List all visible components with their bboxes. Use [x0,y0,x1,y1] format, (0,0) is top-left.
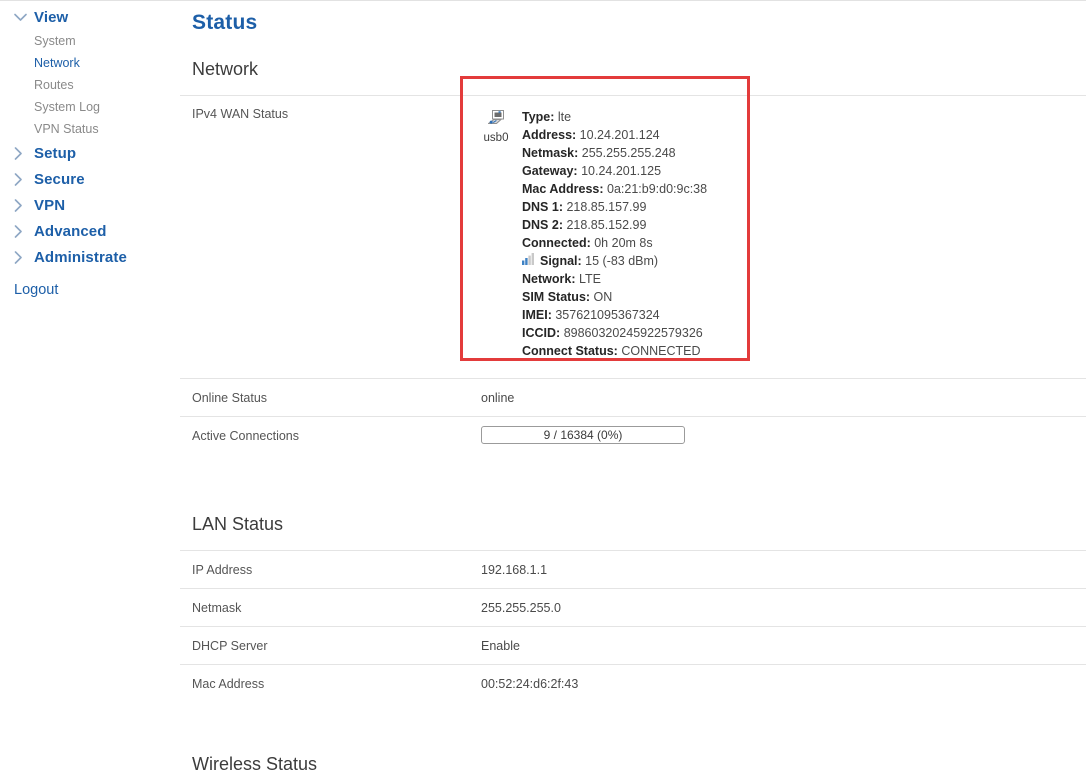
sidebar-group-label: Secure [34,170,85,188]
wan-interface-icon-column: usb0 [478,108,514,145]
sidebar-item-vpn-status[interactable]: VPN Status [0,118,180,140]
row-label: IPv4 WAN Status [192,107,289,121]
progress-label: 9 / 16384 (0%) [543,428,623,442]
chevron-right-icon [14,172,34,186]
wan-field-network: Network: LTE [522,272,601,286]
row-value: usb0 Type: lte Address: 10.24.201.124 Ne… [480,106,1086,378]
row-label: Netmask [192,601,242,615]
network-section-heading: Network [192,59,259,79]
row-value: 00:52:24:d6:2f:43 [481,677,579,691]
row-label: Active Connections [192,429,300,443]
row-value: 9 / 16384 (0%) [480,426,1086,444]
sidebar-group-label: View [34,8,69,26]
wan-field-dns-2: DNS 2: 218.85.152.99 [522,218,647,232]
table-row-lan-ip-address: IP Address 192.168.1.1 [180,550,1086,588]
sidebar: View System Network Routes System Log VP… [0,0,180,774]
signal-bars-icon [522,252,535,270]
network-rows: IPv4 WAN Status usb0 Type: lte Address: … [180,76,1086,462]
chevron-right-icon [14,198,34,212]
sidebar-item-routes[interactable]: Routes [0,74,180,96]
wan-interface-name: usb0 [483,132,509,144]
row-value: 192.168.1.1 [481,563,548,577]
sidebar-item-system-log[interactable]: System Log [0,96,180,118]
wan-field-type: Type: lte [522,110,572,124]
row-label: Mac Address [192,677,265,691]
wan-field-netmask: Netmask: 255.255.255.248 [522,146,676,160]
row-value: 255.255.255.0 [481,601,561,615]
row-value: Enable [481,639,520,653]
sidebar-group-secure[interactable]: Secure [0,166,180,192]
sidebar-group-setup[interactable]: Setup [0,140,180,166]
sidebar-group-label: Advanced [34,222,107,240]
wan-field-connected: Connected: 0h 20m 8s [522,236,653,250]
active-connections-progressbar: 9 / 16384 (0%) [481,426,685,444]
wan-field-mac-address: Mac Address: 0a:21:b9:d0:9c:38 [522,182,708,196]
wan-field-connect-status: Connect Status: CONNECTED [522,344,701,358]
sidebar-group-label: Setup [34,144,77,162]
page-title: Status [192,11,258,34]
wan-detail-lines: Type: lte Address: 10.24.201.124 Netmask… [514,108,1086,360]
table-row-lan-mac-address: Mac Address 00:52:24:d6:2f:43 [180,664,1086,702]
table-row-lan-netmask: Netmask 255.255.255.0 [180,588,1086,626]
sidebar-group-vpn[interactable]: VPN [0,192,180,218]
table-row-ipv4-wan-status: IPv4 WAN Status usb0 Type: lte Address: … [180,76,1086,378]
logout-link[interactable]: Logout [0,279,180,301]
wan-field-dns-1: DNS 1: 218.85.157.99 [522,200,647,214]
row-value: online [481,391,515,405]
sidebar-item-system[interactable]: System [0,30,180,52]
table-row-lan-dhcp-server: DHCP Server Enable [180,626,1086,664]
chevron-right-icon [14,224,34,238]
chevron-down-icon [14,13,34,22]
chevron-right-icon [14,250,34,264]
wireless-section-heading: Wireless Status [192,754,318,774]
sidebar-group-label: VPN [34,196,66,214]
row-label: Online Status [192,391,268,405]
row-label: IP Address [192,563,253,577]
sidebar-group-view[interactable]: View [0,4,180,30]
wan-field-imei: IMEI: 357621095367324 [522,308,660,322]
chevron-right-icon [14,146,34,160]
wan-field-address: Address: 10.24.201.124 [522,128,660,142]
wan-field-iccid: ICCID: 89860320245922579326 [522,326,703,340]
lan-section-heading: LAN Status [192,514,284,534]
wan-field-gateway: Gateway: 10.24.201.125 [522,164,662,178]
sidebar-item-network[interactable]: Network [0,52,180,74]
row-label: DHCP Server [192,639,268,653]
sidebar-group-administrate[interactable]: Administrate [0,244,180,270]
sidebar-group-label: Administrate [34,248,127,266]
wan-field-signal: Signal: 15 (-83 dBm) [522,252,1086,270]
table-row-active-connections: Active Connections 9 / 16384 (0%) [180,416,1086,462]
sidebar-group-advanced[interactable]: Advanced [0,218,180,244]
wan-field-sim-status: SIM Status: ON [522,290,613,304]
table-row-online-status: Online Status online [180,378,1086,416]
network-adapter-icon [486,110,505,129]
main-content: Status Network IPv4 WAN Status usb0 Type… [180,0,1086,774]
lan-rows: IP Address 192.168.1.1 Netmask 255.255.2… [180,550,1086,702]
